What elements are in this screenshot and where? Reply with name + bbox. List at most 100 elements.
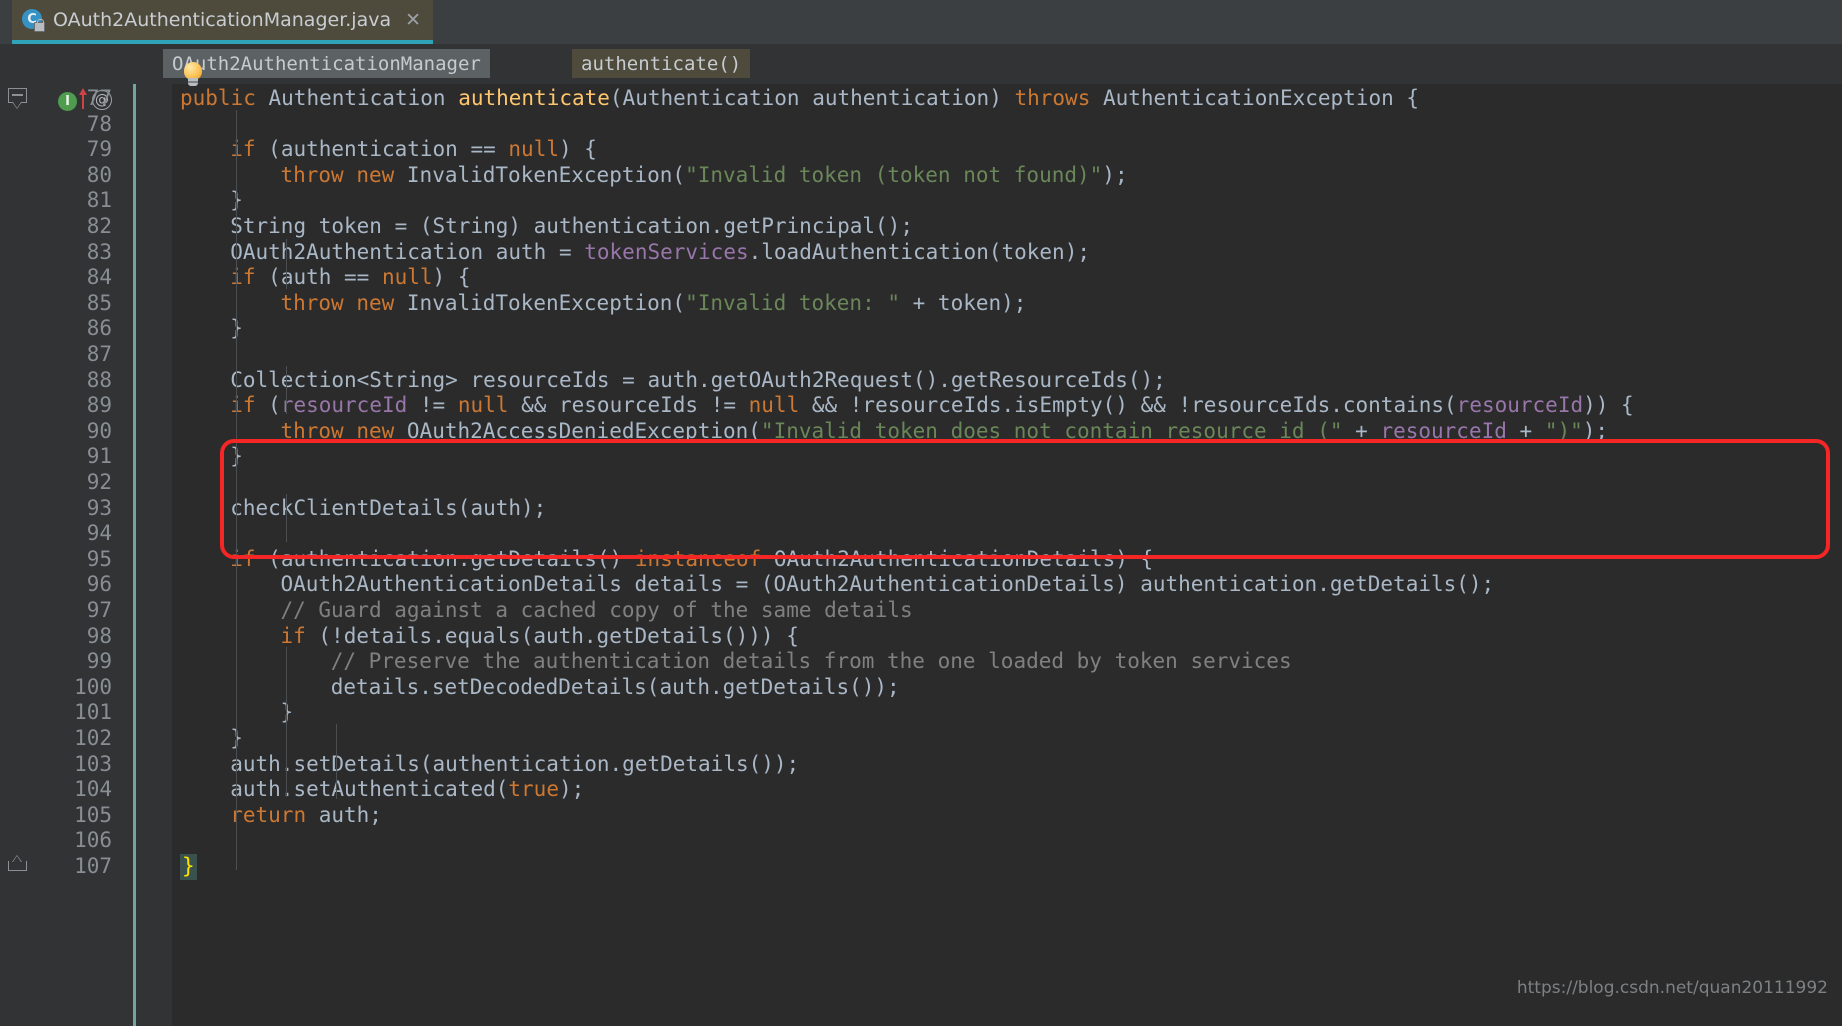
code-text: throw new InvalidTokenException("Invalid… xyxy=(280,162,1128,187)
code-text: if (authentication.getDetails() instance… xyxy=(230,546,1154,571)
code-line[interactable]: 106 xyxy=(0,828,1842,854)
editor-tab-bar: C OAuth2AuthenticationManager.java ✕ xyxy=(0,0,1842,44)
code-text: Collection<String> resourceIds = auth.ge… xyxy=(230,367,1166,392)
line-number: 91 xyxy=(86,444,112,469)
code-line[interactable]: 93 checkClientDetails(auth); xyxy=(0,496,1842,522)
code-line[interactable]: 89 if (resourceId != null && resourceIds … xyxy=(0,393,1842,419)
line-number: 98 xyxy=(86,623,112,648)
close-icon[interactable]: ✕ xyxy=(405,10,421,30)
lightbulb-icon[interactable] xyxy=(182,62,204,88)
java-class-icon: C xyxy=(22,9,45,32)
ide-editor-window: C OAuth2AuthenticationManager.java ✕ OAu… xyxy=(0,0,1842,1026)
line-number: 90 xyxy=(86,418,112,443)
code-line[interactable]: 91} xyxy=(0,444,1842,470)
code-line[interactable]: 86} xyxy=(0,316,1842,342)
code-text: return auth; xyxy=(230,802,382,827)
code-line[interactable]: 103 auth.setDetails(authentication.getDet… xyxy=(0,752,1842,778)
line-number: 85 xyxy=(86,290,112,315)
line-number: 93 xyxy=(86,495,112,520)
line-number: 87 xyxy=(86,342,112,366)
code-line[interactable]: 97 // Guard against a cached copy of the … xyxy=(0,598,1842,624)
line-number: 95 xyxy=(86,546,112,571)
code-text: if (authentication == null) { xyxy=(230,137,597,162)
code-text: public Authentication authenticate(Authe… xyxy=(180,86,1420,110)
line-number: 84 xyxy=(86,265,112,290)
line-number: 105 xyxy=(74,802,112,827)
code-text: throw new OAuth2AccessDeniedException("I… xyxy=(280,418,1609,443)
code-line[interactable]: 95 if (authentication.getDetails() instan… xyxy=(0,547,1842,573)
code-text: // Guard against a cached copy of the sa… xyxy=(280,598,913,622)
line-number: 107 xyxy=(74,854,112,878)
code-line[interactable]: 90 throw new OAuth2AccessDeniedException(… xyxy=(0,419,1842,445)
code-line[interactable]: 79 if (authentication == null) { xyxy=(0,137,1842,163)
code-line[interactable]: 78 xyxy=(0,112,1842,138)
code-line[interactable]: 101} xyxy=(0,700,1842,726)
code-text: throw new InvalidTokenException("Invalid… xyxy=(280,290,1027,315)
code-text: if (resourceId != null && resourceIds !=… xyxy=(230,393,1634,418)
line-number: 104 xyxy=(74,777,112,802)
line-number: 103 xyxy=(74,751,112,776)
code-text: // Preserve the authentication details f… xyxy=(330,649,1292,674)
code-text: OAuth2Authentication auth = tokenService… xyxy=(230,239,1090,264)
line-number: 96 xyxy=(86,572,112,597)
breadcrumb-class[interactable]: OAuth2AuthenticationManager xyxy=(163,49,490,78)
code-line[interactable]: 100 details.setDecodedDetails(auth.getDet… xyxy=(0,675,1842,701)
breadcrumb-method[interactable]: authenticate() xyxy=(572,49,751,78)
line-number: 88 xyxy=(86,367,112,392)
indent-guide xyxy=(286,494,287,542)
code-line[interactable]: 94 xyxy=(0,521,1842,547)
code-text: String token = (String) authentication.g… xyxy=(230,214,913,238)
code-line[interactable]: 104 auth.setAuthenticated(true); xyxy=(0,777,1842,803)
code-line[interactable]: 77 public Authentication authenticate(Aut… xyxy=(0,86,1842,112)
editor-tab-oauth2authenticationmanager[interactable]: C OAuth2AuthenticationManager.java ✕ xyxy=(12,0,434,44)
line-number: 106 xyxy=(74,828,112,853)
code-line[interactable]: 96 OAuth2AuthenticationDetails details = … xyxy=(0,572,1842,598)
code-text: auth.setAuthenticated(true); xyxy=(230,777,585,802)
indent-guide xyxy=(236,110,237,870)
indent-guide xyxy=(286,239,287,289)
code-text: details.setDecodedDetails(auth.getDetail… xyxy=(330,674,900,699)
code-line[interactable]: 87 xyxy=(0,342,1842,368)
code-text: auth.setDetails(authentication.getDetail… xyxy=(230,751,800,776)
line-number: 83 xyxy=(86,239,112,264)
code-line[interactable]: 102} xyxy=(0,726,1842,752)
line-number: 80 xyxy=(86,162,112,187)
code-text: checkClientDetails(auth); xyxy=(230,495,547,520)
line-number: 78 xyxy=(86,111,112,136)
code-line[interactable]: 99 // Preserve the authentication details… xyxy=(0,649,1842,675)
code-line[interactable]: 92 xyxy=(0,470,1842,496)
line-number: 79 xyxy=(86,137,112,162)
line-number: 100 xyxy=(74,674,112,699)
code-line[interactable]: 84 if (auth == null) { xyxy=(0,265,1842,291)
code-lines[interactable]: 77 public Authentication authenticate(Aut… xyxy=(0,84,1842,1026)
line-number: 86 xyxy=(86,316,112,341)
code-text: if (auth == null) { xyxy=(230,265,471,290)
line-number: 94 xyxy=(86,521,112,546)
code-line[interactable]: 88 Collection<String> resourceIds = auth.… xyxy=(0,368,1842,394)
line-number: 99 xyxy=(86,649,112,674)
line-number: 101 xyxy=(74,700,112,725)
line-number: 97 xyxy=(86,598,112,622)
editor-tab-filename: OAuth2AuthenticationManager.java xyxy=(53,9,392,31)
code-line[interactable]: 85 throw new InvalidTokenException("Inval… xyxy=(0,291,1842,317)
code-line[interactable]: 105 return auth; xyxy=(0,803,1842,829)
line-number: 92 xyxy=(86,470,112,494)
line-number: 81 xyxy=(86,188,112,213)
lock-icon xyxy=(34,19,45,32)
code-line[interactable]: 81} xyxy=(0,188,1842,214)
line-number: 82 xyxy=(86,214,112,238)
indent-guide xyxy=(286,647,287,797)
code-text: if (!details.equals(auth.getDetails())) … xyxy=(280,623,799,648)
code-line[interactable]: 98 if (!details.equals(auth.getDetails())… xyxy=(0,624,1842,650)
code-line[interactable]: 83 OAuth2Authentication auth = tokenServi… xyxy=(0,240,1842,266)
line-number: 102 xyxy=(74,726,112,750)
code-line[interactable]: 82 String token = (String) authentication… xyxy=(0,214,1842,240)
line-number: 77 xyxy=(86,86,112,110)
code-line[interactable]: 80 throw new InvalidTokenException("Inval… xyxy=(0,163,1842,189)
breadcrumb: OAuth2AuthenticationManager authenticate… xyxy=(0,44,1842,84)
code-text: OAuth2AuthenticationDetails details = (O… xyxy=(280,572,1495,597)
line-number: 89 xyxy=(86,393,112,418)
indent-guide xyxy=(286,366,287,414)
code-line[interactable]: 107} xyxy=(0,854,1842,880)
code-editor-area[interactable]: I @ 77 public Authentication authenticate… xyxy=(0,84,1842,1026)
